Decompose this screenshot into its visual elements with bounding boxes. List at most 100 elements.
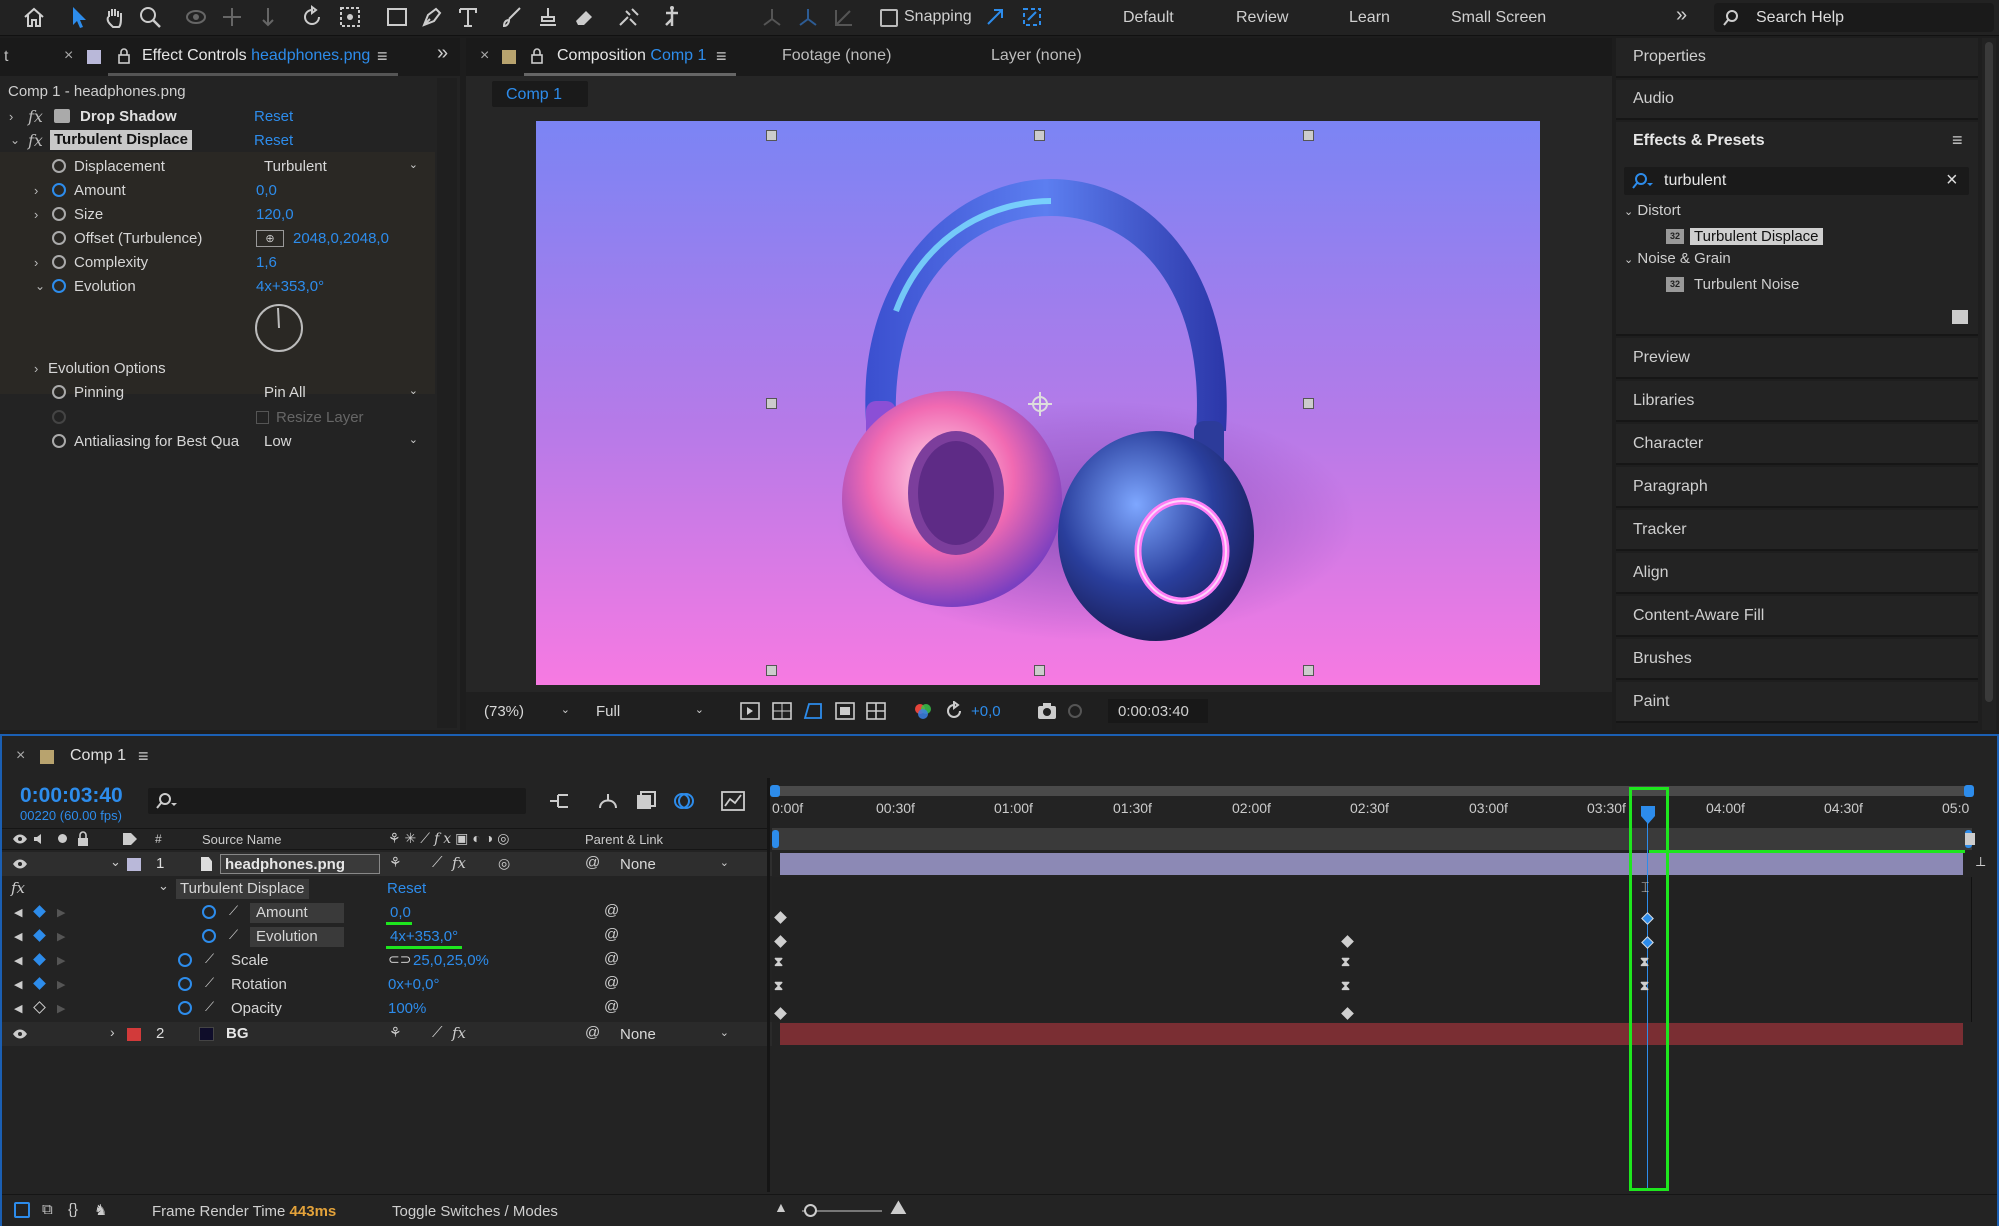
frame-blending-icon[interactable] — [634, 790, 658, 812]
switch-quality-icon[interactable]: ⟋ — [432, 1024, 443, 1041]
resolution-dropdown[interactable]: Full ⌄ — [588, 700, 712, 722]
current-time-display[interactable]: 0:00:03:40 — [20, 784, 123, 808]
audio-panel-header[interactable]: Audio — [1616, 80, 1978, 120]
layer-switches-icon[interactable] — [14, 1202, 30, 1218]
brushes-panel-header[interactable]: Brushes — [1616, 639, 1978, 680]
switch-motion-blur-icon[interactable]: ◎ — [498, 855, 510, 872]
color-channels-icon[interactable] — [912, 701, 934, 721]
layer-2-track-bar[interactable] — [780, 1023, 1963, 1045]
magnification-dropdown[interactable]: (73%) ⌄ — [476, 700, 578, 722]
drop-shadow-row[interactable]: › fx Drop Shadow Reset — [0, 104, 435, 128]
size-value[interactable]: 120,0 — [256, 206, 294, 223]
chevron-down-icon[interactable]: ⌄ — [10, 133, 20, 147]
close-icon[interactable]: × — [64, 47, 73, 65]
chevron-right-icon[interactable]: › — [34, 207, 38, 222]
next-keyframe-icon[interactable]: ▶ — [57, 954, 65, 967]
evolution-options-row[interactable]: › Evolution Options — [0, 356, 435, 380]
track-end-handle-icon[interactable]: ⟂ — [1976, 853, 1985, 870]
rotation-property-value[interactable]: 0x+0,0° — [388, 976, 439, 993]
solo-icon[interactable] — [58, 834, 67, 843]
properties-panel-header[interactable]: Properties — [1616, 38, 1978, 78]
transform-handle[interactable] — [1303, 398, 1314, 409]
keyframe-rotation-start[interactable]: ⧗ — [774, 978, 783, 994]
graph-editor-icon[interactable] — [720, 790, 746, 812]
rectangle-tool-icon[interactable] — [385, 6, 409, 28]
brush-tool-icon[interactable] — [500, 5, 524, 29]
tree-group-distort[interactable]: ⌄ Distort — [1624, 202, 1681, 219]
panel-menu-icon[interactable]: ≡ — [1952, 130, 1963, 151]
effect-name[interactable]: Turbulent Displace — [176, 879, 309, 899]
label-tag-icon[interactable] — [122, 832, 138, 846]
parent-pickwhip-icon[interactable]: @ — [585, 854, 600, 871]
stopwatch-icon[interactable] — [52, 434, 66, 448]
reset-exposure-icon[interactable] — [943, 701, 965, 721]
stopwatch-icon[interactable] — [52, 207, 66, 221]
graph-icon[interactable]: ⟋ — [229, 903, 238, 919]
complexity-value[interactable]: 1,6 — [256, 254, 277, 271]
stopwatch-icon[interactable] — [52, 255, 66, 269]
workspace-small-screen[interactable]: Small Screen — [1451, 9, 1546, 27]
prev-keyframe-icon[interactable]: ◀ — [14, 906, 22, 919]
layer-row-1[interactable]: ⌄ 1 headphones.png ⚘ ⟋ fx ◎ @ None ⌄ — [2, 852, 772, 876]
zoom-in-icon[interactable]: ⛰ — [890, 1197, 907, 1220]
transform-handle[interactable] — [1303, 665, 1314, 676]
switch-effects-icon[interactable]: fx — [452, 854, 466, 872]
stopwatch-icon[interactable] — [52, 231, 66, 245]
region-of-interest-icon[interactable] — [834, 701, 856, 721]
composition-tab[interactable]: Composition Comp 1 — [557, 47, 706, 65]
evolution-value[interactable]: 4x+353,0° — [256, 278, 324, 295]
timeline-zoom-slider[interactable] — [802, 1204, 882, 1217]
lock-icon[interactable] — [77, 831, 89, 847]
zoom-tool-icon[interactable] — [138, 5, 162, 29]
stopwatch-active-icon[interactable] — [178, 977, 192, 991]
effect-controls-tab-label[interactable]: Effect Controls headphones.png — [142, 47, 370, 65]
layer-label-color[interactable] — [127, 1028, 141, 1041]
switch-shy-icon[interactable]: ⚘ — [389, 854, 402, 871]
evolution-property-value[interactable]: 4x+353,0° — [390, 928, 458, 945]
drop-shadow-reset[interactable]: Reset — [254, 108, 293, 125]
align-panel-header[interactable]: Align — [1616, 553, 1978, 594]
scale-property-value[interactable]: 25,0,25,0% — [413, 952, 489, 969]
layer-tab[interactable]: Layer (none) — [991, 47, 1082, 65]
footage-tab[interactable]: Footage (none) — [782, 47, 891, 65]
keyframe-toggle-icon[interactable] — [33, 953, 46, 966]
work-area-start[interactable] — [770, 785, 780, 797]
expression-pickwhip-icon[interactable]: @ — [604, 998, 619, 1015]
layer-1-bar-end[interactable] — [1965, 833, 1975, 845]
keyframe-toggle-icon[interactable] — [33, 929, 46, 942]
eye-icon[interactable] — [12, 858, 28, 870]
prev-keyframe-icon[interactable]: ◀ — [14, 954, 22, 967]
parent-pickwhip-icon[interactable]: @ — [585, 1024, 600, 1041]
selection-tool-icon[interactable] — [68, 5, 90, 29]
keyframe-toggle-icon[interactable] — [33, 977, 46, 990]
transparency-grid-icon[interactable] — [771, 701, 793, 721]
clear-search-icon[interactable]: × — [1946, 169, 1958, 192]
layer-2-parent-dropdown[interactable]: None ⌄ — [612, 1023, 737, 1045]
fast-previews-icon[interactable] — [739, 701, 761, 721]
fx-toggle-icon[interactable]: fx — [28, 107, 43, 126]
work-area-bar[interactable] — [770, 785, 1974, 797]
transform-handle[interactable] — [1303, 130, 1314, 141]
snapping-checkbox[interactable] — [880, 9, 898, 27]
turbulent-displace-row[interactable]: ⌄ fx Turbulent Displace Reset — [0, 128, 435, 152]
next-keyframe-icon[interactable]: ▶ — [57, 978, 65, 991]
timeline-tab-label[interactable]: Comp 1 — [70, 747, 126, 765]
prev-keyframe-icon[interactable]: ◀ — [14, 930, 22, 943]
fx-toggle-icon[interactable]: fx — [28, 131, 43, 150]
comp-flowchart-icon[interactable] — [548, 790, 572, 812]
tree-item-turbulent-displace[interactable]: 32 Turbulent Displace — [1666, 226, 1823, 246]
workspace-review[interactable]: Review — [1236, 9, 1288, 27]
snap-edges-icon[interactable] — [984, 6, 1008, 28]
resize-layer-checkbox[interactable] — [256, 410, 269, 424]
transform-handle[interactable] — [766, 398, 777, 409]
keyframe-scale-start[interactable]: ⧗ — [774, 954, 783, 970]
close-icon[interactable]: × — [480, 47, 489, 65]
modes-icon[interactable]: ⧉ — [42, 1201, 53, 1218]
chevron-right-icon[interactable]: › — [110, 1024, 115, 1040]
type-tool-icon[interactable] — [456, 5, 480, 29]
effect-controls-scrollbar[interactable] — [437, 78, 457, 728]
tree-group-noise-grain[interactable]: ⌄ Noise & Grain — [1624, 250, 1731, 267]
time-ruler[interactable]: 0:00f 00:30f 01:00f 01:30f 02:00f 02:30f… — [772, 798, 1972, 826]
prev-keyframe-icon[interactable]: ◀ — [14, 978, 22, 991]
chevron-down-icon[interactable]: ⌄ — [158, 878, 169, 894]
